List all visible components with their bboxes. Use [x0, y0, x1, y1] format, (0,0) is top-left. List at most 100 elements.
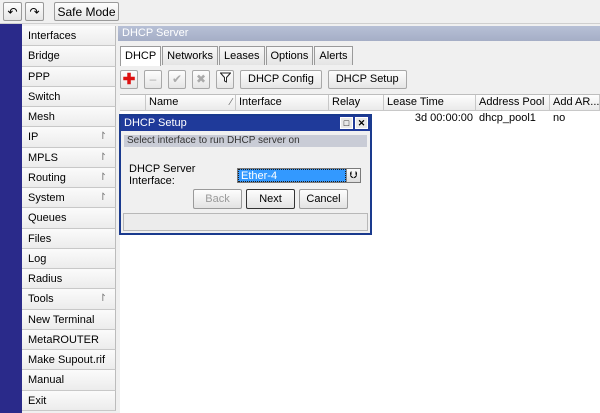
chevron-down-icon: ⮋ — [349, 169, 358, 181]
sidebar-item-label: IP — [28, 131, 39, 144]
column-header-name[interactable]: Name ∕ — [146, 95, 236, 110]
sidebar-item-label: Bridge — [28, 50, 60, 63]
sidebar-item-new-terminal[interactable]: New Terminal — [22, 309, 116, 330]
tab-options[interactable]: Options — [265, 46, 314, 65]
column-header-interface[interactable]: Interface — [236, 95, 329, 110]
sidebar-item-label: Tools — [28, 293, 54, 306]
interface-select-value[interactable]: Ether-4 — [238, 168, 346, 182]
redo-button[interactable]: ↷ — [25, 2, 44, 21]
tab-leases[interactable]: Leases — [219, 46, 265, 65]
safe-mode-button[interactable]: Safe Mode — [54, 2, 119, 21]
enable-button[interactable]: ✔ — [168, 69, 186, 89]
table-header: Name ∕ Interface Relay Lease Time Address… — [120, 95, 600, 111]
sidebar-item-label: New Terminal — [28, 313, 95, 326]
column-label: Name — [149, 96, 179, 108]
interface-field-label: DHCP Server Interface: — [129, 163, 196, 187]
sidebar-item-manual[interactable]: Manual — [22, 370, 116, 391]
column-header-marker — [120, 95, 146, 110]
sidebar-item-label: System — [28, 192, 65, 204]
dhcp-setup-dialog: DHCP Setup □ ✕ Select interface to run D… — [119, 114, 372, 235]
sidebar-item-label: Routing — [28, 171, 66, 184]
next-button[interactable]: Next — [246, 189, 295, 209]
undo-icon: ↶ — [7, 4, 18, 19]
sidebar-item-label: Log — [28, 252, 47, 265]
sidebar-item-label: Make Supout.rif — [28, 354, 106, 366]
sidebar-item-label: Manual — [28, 374, 65, 387]
sidebar-menu: Interfaces Bridge PPP Switch Mesh IP ↾ MP… — [22, 26, 116, 411]
maximize-button[interactable]: □ — [340, 117, 353, 129]
interface-field-row: DHCP Server Interface: Ether-4 ⮋ — [129, 163, 361, 187]
column-header-lease-time[interactable]: Lease Time — [384, 95, 476, 110]
tab-alerts[interactable]: Alerts — [314, 46, 353, 65]
dhcp-config-button[interactable]: DHCP Config — [240, 69, 322, 89]
sidebar-item-queues[interactable]: Queues — [22, 208, 116, 229]
close-button[interactable]: ✕ — [355, 117, 368, 129]
tab-dhcp[interactable]: DHCP — [120, 46, 162, 66]
sidebar-item-label: Queues — [28, 212, 67, 225]
submenu-arrow-icon: ↾ — [98, 131, 107, 143]
sidebar-item-label: Interfaces — [28, 30, 77, 42]
cancel-button[interactable]: Cancel — [299, 189, 348, 209]
top-toolbar: ↶ ↷ Safe Mode — [0, 0, 600, 24]
sidebar-item-label: Exit — [28, 394, 47, 407]
interface-select[interactable]: Ether-4 ⮋ — [237, 167, 361, 183]
check-icon: ✔ — [171, 72, 183, 86]
dropdown-button[interactable]: ⮋ — [346, 168, 360, 182]
add-button[interactable]: ✚ — [120, 69, 138, 89]
remove-button[interactable]: ‒ — [144, 69, 162, 89]
sidebar-item-label: Mesh — [28, 111, 55, 123]
sidebar-item-make-supout[interactable]: Make Supout.rif — [22, 350, 116, 371]
sidebar-item-log[interactable]: Log — [22, 248, 116, 269]
cross-icon: ✖ — [195, 72, 207, 86]
submenu-arrow-icon: ↾ — [98, 171, 107, 183]
close-icon: ✕ — [357, 118, 366, 128]
submenu-arrow-icon: ↾ — [98, 192, 107, 203]
sidebar-item-bridge[interactable]: Bridge — [22, 46, 116, 67]
side-stripe — [0, 24, 22, 413]
column-header-address-pool[interactable]: Address Pool — [476, 95, 550, 110]
tab-networks[interactable]: Networks — [162, 46, 219, 65]
window-title: DHCP Server — [118, 26, 600, 41]
cell-address-pool: dhcp_pool1 — [479, 112, 536, 124]
maximize-icon: □ — [343, 118, 350, 128]
filter-icon — [218, 72, 232, 86]
sidebar-item-system[interactable]: System ↾ — [22, 188, 116, 209]
column-header-add-arp[interactable]: Add AR... — [550, 95, 600, 110]
sidebar-item-label: MetaROUTER — [28, 333, 99, 346]
minus-icon: ‒ — [149, 72, 157, 86]
sidebar-item-radius[interactable]: Radius — [22, 269, 116, 290]
sidebar-item-label: Switch — [28, 90, 61, 103]
sidebar-item-exit[interactable]: Exit — [22, 390, 116, 411]
dialog-title: DHCP Setup — [124, 117, 187, 129]
cell-add-arp: no — [553, 112, 566, 124]
sidebar-item-mpls[interactable]: MPLS ↾ — [22, 147, 116, 168]
filter-button[interactable] — [216, 69, 234, 89]
sidebar-item-mesh[interactable]: Mesh — [22, 107, 116, 128]
sidebar-item-label: Files — [28, 232, 52, 245]
undo-button[interactable]: ↶ — [3, 2, 22, 21]
sidebar-item-label: PPP — [28, 70, 51, 83]
disable-button[interactable]: ✖ — [192, 69, 210, 89]
plus-icon: ✚ — [122, 71, 136, 88]
redo-icon: ↷ — [29, 4, 40, 19]
back-button[interactable]: Back — [193, 189, 242, 209]
window-toolbar: ✚ ‒ ✔ ✖ DHCP Config DHCP Setup — [120, 68, 413, 90]
sort-icon: ∕ — [230, 97, 232, 108]
sidebar-item-ppp[interactable]: PPP — [22, 66, 116, 87]
dialog-status-bar — [123, 213, 368, 231]
sidebar-item-label: MPLS — [28, 151, 58, 164]
dialog-hint: Select interface to run DHCP server on — [124, 135, 367, 147]
sidebar-item-routing[interactable]: Routing ↾ — [22, 167, 116, 188]
sidebar-item-tools[interactable]: Tools ↾ — [22, 289, 116, 310]
sidebar-item-metarouter[interactable]: MetaROUTER — [22, 329, 116, 350]
tab-bar: DHCP Networks Leases Options Alerts — [120, 46, 354, 66]
sidebar-item-files[interactable]: Files — [22, 228, 116, 249]
column-header-relay[interactable]: Relay — [329, 95, 384, 110]
dhcp-setup-button[interactable]: DHCP Setup — [327, 69, 407, 89]
sidebar-item-ip[interactable]: IP ↾ — [22, 127, 116, 148]
sidebar-item-interfaces[interactable]: Interfaces — [22, 26, 116, 47]
sidebar-item-switch[interactable]: Switch — [22, 86, 116, 107]
sidebar-item-label: Radius — [28, 273, 63, 285]
dialog-title-bar: DHCP Setup □ ✕ — [121, 116, 370, 131]
submenu-arrow-icon: ↾ — [98, 151, 107, 163]
